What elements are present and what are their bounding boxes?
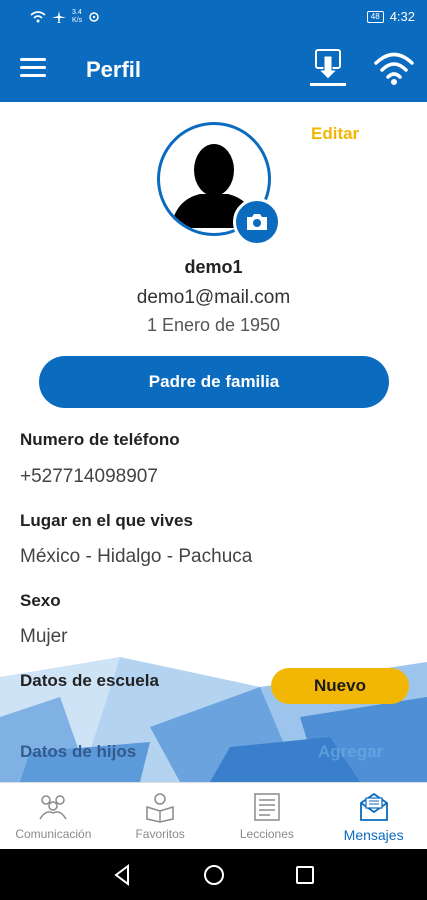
nav-label: Comunicación xyxy=(15,827,92,841)
school-label: Datos de escuela xyxy=(20,671,159,690)
settings-status-icon xyxy=(89,12,99,22)
change-photo-button[interactable] xyxy=(233,198,281,246)
menu-line xyxy=(20,74,46,77)
menu-button[interactable] xyxy=(20,58,46,80)
user-name: demo1 xyxy=(184,257,243,277)
net-speed: 3.4 K/s xyxy=(72,9,82,25)
location-label: Lugar en el que vives xyxy=(20,511,193,530)
role-button[interactable]: Padre de familia xyxy=(39,356,389,408)
add-child-button[interactable]: Agregar xyxy=(318,742,383,762)
reader-icon xyxy=(146,793,174,823)
nav-label: Lecciones xyxy=(239,827,294,841)
home-button[interactable] xyxy=(200,861,228,889)
back-button[interactable] xyxy=(108,861,136,889)
wifi-icon xyxy=(374,52,414,85)
profile-content[interactable]: Editar demo1 demo1@mail.com 1 Enero de 1… xyxy=(0,102,427,782)
nav-label: Favoritos xyxy=(135,827,185,841)
net-speed-unit: K/s xyxy=(72,17,83,24)
sex-label: Sexo xyxy=(20,591,61,610)
community-icon xyxy=(39,795,68,820)
back-icon xyxy=(114,864,129,886)
download-button[interactable] xyxy=(306,46,350,90)
wifi-button[interactable] xyxy=(372,50,416,86)
system-nav-bar xyxy=(0,849,427,900)
location-value: México - Hidalgo - Pachuca xyxy=(20,546,253,567)
bottom-nav: Comunicación Favoritos Lecciones Mensaje… xyxy=(0,782,427,849)
net-speed-value: 3.4 xyxy=(72,9,82,16)
menu-line xyxy=(20,58,46,61)
add-school-button[interactable]: Nuevo xyxy=(271,668,409,704)
envelope-icon xyxy=(359,792,388,821)
clock: 4:32 xyxy=(389,9,415,24)
download-icon xyxy=(310,49,346,86)
home-icon xyxy=(204,865,224,885)
children-label: Datos de hijos xyxy=(20,742,137,761)
camera-icon xyxy=(247,214,267,230)
phone-label: Numero de teléfono xyxy=(20,430,180,449)
menu-line xyxy=(20,66,46,69)
airplane-icon xyxy=(52,11,66,23)
nav-lecciones[interactable]: Lecciones xyxy=(214,783,321,849)
wifi-status-icon xyxy=(30,11,46,23)
user-email: demo1@mail.com xyxy=(136,287,291,308)
recents-button[interactable] xyxy=(291,861,319,889)
phone-value: +527714098907 xyxy=(20,466,158,487)
sex-value: Mujer xyxy=(20,626,68,647)
nav-label: Mensajes xyxy=(343,827,404,843)
status-left: 3.4 K/s xyxy=(30,9,100,25)
nav-mensajes[interactable]: Mensajes xyxy=(320,783,427,849)
book-icon xyxy=(254,793,280,821)
edit-button[interactable]: Editar xyxy=(311,124,359,144)
user-birth-date: 1 Enero de 1950 xyxy=(146,315,281,335)
status-bar: 3.4 K/s 48 4:32 xyxy=(0,0,427,36)
app-bar: Perfil xyxy=(0,36,427,102)
nav-comunicacion[interactable]: Comunicación xyxy=(0,783,107,849)
recents-icon xyxy=(296,866,314,884)
status-right: 48 4:32 xyxy=(366,9,415,24)
page-title: Perfil xyxy=(86,57,142,82)
battery-icon: 48 xyxy=(366,10,384,23)
nav-favoritos[interactable]: Favoritos xyxy=(107,783,214,849)
